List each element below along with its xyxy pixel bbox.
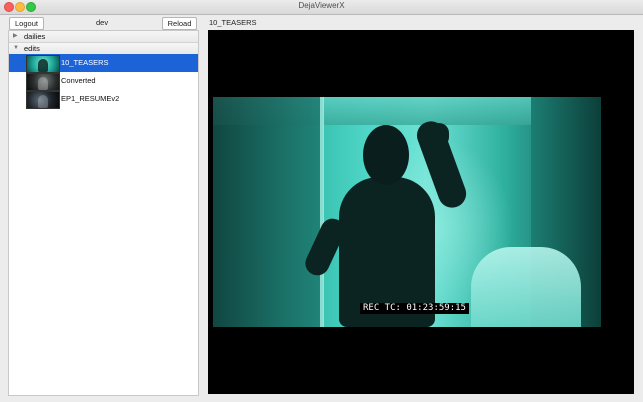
video-viewer[interactable]: REC TC: 01:23:59:15	[208, 30, 634, 394]
thumbnail	[26, 91, 60, 109]
media-title: 10_TEASERS	[209, 18, 257, 27]
app-window: DejaViewerX Logout dev Reload 10_TEASERS…	[0, 0, 643, 402]
triangle-right-icon[interactable]: ▶	[13, 31, 18, 42]
item-label: 10_TEASERS	[61, 58, 109, 67]
list-item[interactable]: EP1_RESUMEv2	[9, 90, 198, 109]
video-frame[interactable]: REC TC: 01:23:59:15	[213, 97, 601, 327]
item-label: EP1_RESUMEv2	[61, 94, 120, 103]
thumbnail	[26, 73, 60, 91]
group-dailies[interactable]: ▶ dailies	[9, 31, 198, 43]
window-title: DejaViewerX	[298, 1, 345, 10]
group-label: edits	[24, 44, 40, 53]
list-item[interactable]: Converted	[9, 72, 198, 91]
logout-button[interactable]: Logout	[9, 17, 44, 30]
triangle-down-icon[interactable]: ▼	[13, 43, 19, 54]
reload-button[interactable]: Reload	[162, 17, 197, 30]
title-bar: DejaViewerX	[0, 0, 643, 15]
timecode-overlay: REC TC: 01:23:59:15	[360, 303, 469, 314]
thumbnail	[26, 55, 60, 73]
media-browser[interactable]: ▶ dailies ▼ edits 10_TEASERS Converted E…	[8, 30, 199, 396]
group-label: dailies	[24, 32, 46, 41]
item-label: Converted	[61, 76, 96, 85]
environment-label: dev	[96, 18, 109, 27]
list-item[interactable]: 10_TEASERS	[9, 54, 198, 73]
